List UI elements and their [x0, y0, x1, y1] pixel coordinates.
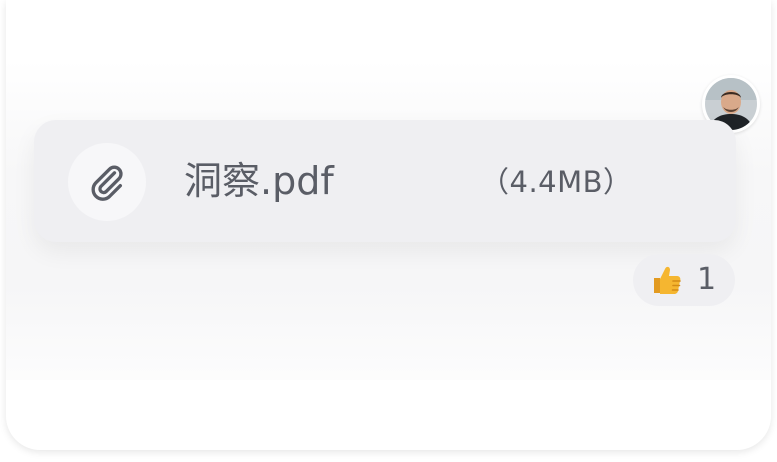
file-attachment-card[interactable]: 洞察.pdf （4.4MB） — [34, 120, 736, 242]
attachment-icon-circle — [68, 143, 146, 221]
file-name: 洞察.pdf — [184, 159, 334, 203]
file-size: （4.4MB） — [480, 165, 633, 199]
reaction-count: 1 — [697, 262, 717, 297]
paperclip-icon — [91, 165, 123, 201]
reaction-thumbs-up[interactable]: 1 — [633, 254, 735, 306]
thumbs-up-icon — [654, 266, 681, 294]
